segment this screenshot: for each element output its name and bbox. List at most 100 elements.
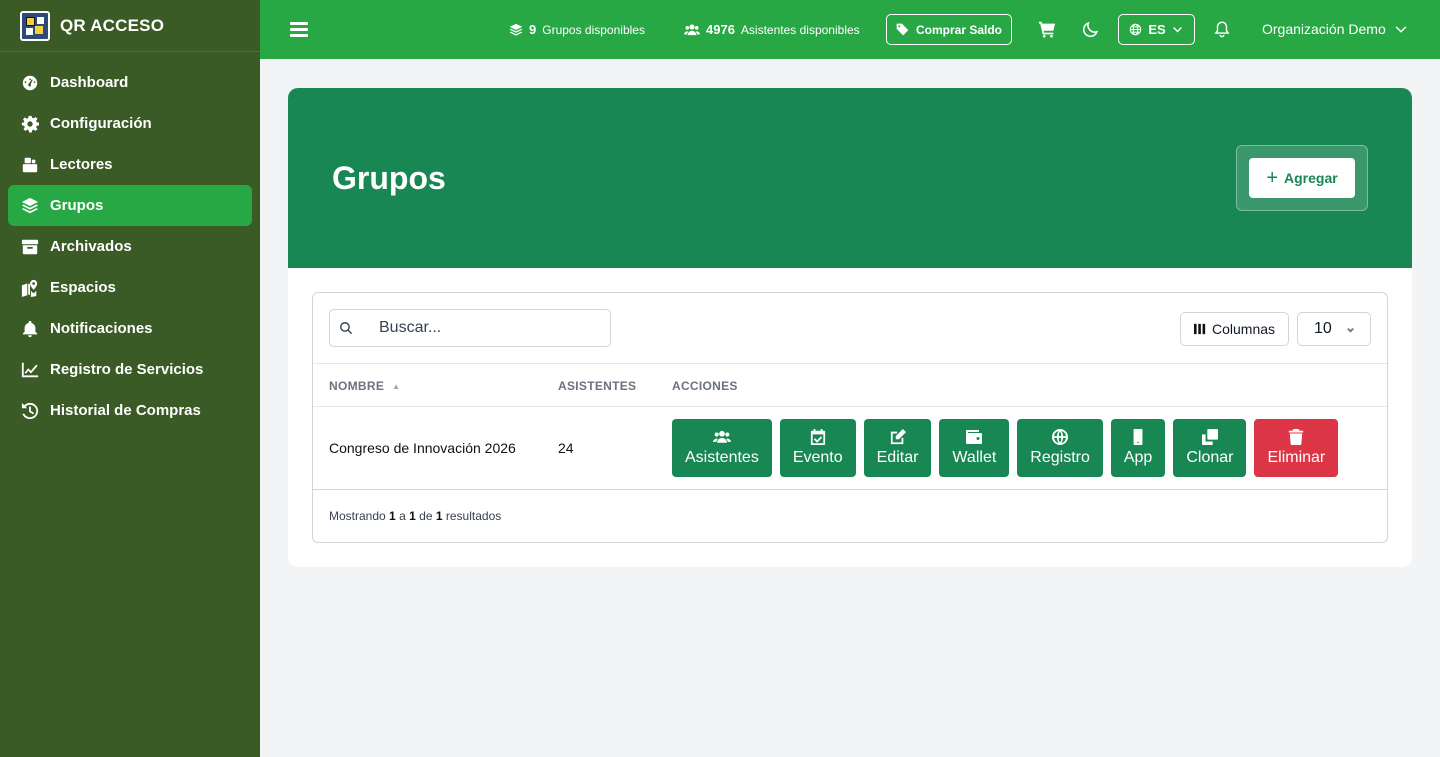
summary-to: 1 xyxy=(409,509,416,523)
globe-icon xyxy=(1052,429,1069,445)
search-input[interactable] xyxy=(379,319,579,337)
registration-button[interactable]: Registro xyxy=(1017,419,1103,477)
row-actions: Asistentes Evento Editar Wallet Registro xyxy=(672,419,1346,477)
buy-balance-button[interactable]: Comprar Saldo xyxy=(886,14,1012,45)
organization-menu[interactable]: Organización Demo xyxy=(1262,21,1408,37)
app-button[interactable]: App xyxy=(1110,419,1166,477)
globe-icon xyxy=(1130,23,1142,36)
chevron-down-icon xyxy=(1346,327,1354,333)
attendees-button[interactable]: Asistentes xyxy=(672,419,772,477)
sidebar-item-configuracion[interactable]: Configuración xyxy=(8,103,252,144)
archive-icon xyxy=(20,237,40,257)
sidebar-item-label: Grupos xyxy=(50,197,104,214)
history-icon xyxy=(20,401,40,421)
users-icon xyxy=(684,24,700,35)
column-header-label: ACCIONES xyxy=(672,379,738,393)
brand-name: QR ACCESO xyxy=(60,15,165,35)
sidebar-item-label: Registro de Servicios xyxy=(50,361,204,378)
action-label: Evento xyxy=(792,449,843,466)
language-select[interactable]: ES xyxy=(1118,14,1195,45)
sidebar-item-label: Notificaciones xyxy=(50,320,153,337)
groups-label: Grupos disponibles xyxy=(542,22,645,37)
attendees-count: 4976 xyxy=(706,22,735,37)
attendees-label: Asistentes disponibles xyxy=(740,22,860,37)
clone-icon xyxy=(1201,429,1218,445)
group-name-cell: Congreso de Innovación 2026 xyxy=(329,440,516,456)
notifications-bell-icon[interactable] xyxy=(1213,20,1231,38)
sidebar-item-grupos[interactable]: Grupos xyxy=(8,185,252,226)
brand[interactable]: QR ACCESO xyxy=(0,0,260,52)
action-label: Clonar xyxy=(1186,449,1234,466)
add-group-button[interactable]: + Agregar xyxy=(1249,158,1355,198)
column-header-label: ASISTENTES xyxy=(558,379,637,393)
sidebar-item-espacios[interactable]: Espacios xyxy=(8,267,252,308)
trash-icon xyxy=(1289,429,1304,445)
groups-table-card: Columnas 10 NOMBRE▲ ASISTENTES ACCIONES … xyxy=(312,292,1388,543)
attendees-available-stat: 4976 Asistentes disponibles xyxy=(684,22,860,37)
sidebar-item-label: Lectores xyxy=(50,156,113,173)
cart-icon[interactable] xyxy=(1038,20,1056,38)
sidebar-item-lectores[interactable]: Lectores xyxy=(8,144,252,185)
clone-button[interactable]: Clonar xyxy=(1173,419,1247,477)
chevron-down-icon xyxy=(1172,27,1182,33)
sidebar-item-dashboard[interactable]: Dashboard xyxy=(8,62,252,103)
plus-icon: + xyxy=(1266,167,1278,189)
sidebar-item-archivados[interactable]: Archivados xyxy=(8,226,252,267)
action-label: Wallet xyxy=(952,449,997,466)
pagination-summary: Mostrando 1 a 1 de 1 resultados xyxy=(329,509,501,523)
edit-button[interactable]: Editar xyxy=(863,419,932,477)
chart-line-icon xyxy=(20,360,40,380)
per-page-value: 10 xyxy=(1314,320,1332,337)
search-field[interactable] xyxy=(329,309,611,347)
table-header: NOMBRE ▲ ASISTENTES ACCIONES xyxy=(313,363,1387,407)
sidebar-nav: Dashboard Configuración Lectores Grupos … xyxy=(0,52,260,431)
edit-icon xyxy=(890,429,906,445)
map-pin-icon xyxy=(20,278,40,298)
calendar-check-icon xyxy=(810,429,825,445)
chevron-down-icon xyxy=(1395,26,1407,33)
column-header-attendees: ASISTENTES xyxy=(558,379,636,393)
columns-label: Columnas xyxy=(1211,321,1276,337)
menu-toggle-icon[interactable] xyxy=(290,22,308,38)
bell-icon xyxy=(20,319,40,339)
dark-mode-moon-icon[interactable] xyxy=(1082,20,1100,38)
topbar: 9 Grupos disponibles 4976 Asistentes dis… xyxy=(260,0,1440,59)
gear-icon xyxy=(20,114,40,134)
column-header-name[interactable]: NOMBRE ▲ xyxy=(329,379,400,393)
mobile-icon xyxy=(1133,429,1143,445)
sidebar: QR ACCESO Dashboard Configuración Lector… xyxy=(0,0,260,757)
wallet-button[interactable]: Wallet xyxy=(939,419,1010,477)
group-attendees-cell: 24 xyxy=(558,440,574,456)
organization-name: Organización Demo xyxy=(1262,21,1386,37)
content-panel: Columnas 10 NOMBRE▲ ASISTENTES ACCIONES … xyxy=(288,268,1412,567)
summary-total: 1 xyxy=(435,509,443,523)
delete-button[interactable]: Eliminar xyxy=(1254,419,1339,477)
layers-icon xyxy=(20,196,40,216)
action-label: Registro xyxy=(1030,449,1090,466)
sidebar-item-historial-de-compras[interactable]: Historial de Compras xyxy=(8,390,252,431)
summary-sep: a xyxy=(399,509,406,523)
summary-prefix: Mostrando xyxy=(329,509,386,523)
wallet-icon xyxy=(966,430,983,444)
layers-icon xyxy=(509,23,523,36)
reader-icon xyxy=(20,155,40,175)
columns-icon xyxy=(1193,323,1206,335)
columns-button[interactable]: Columnas xyxy=(1180,312,1289,346)
action-label: Editar xyxy=(876,449,919,466)
groups-available-stat: 9 Grupos disponibles xyxy=(509,22,645,37)
per-page-select[interactable]: 10 xyxy=(1297,312,1371,346)
search-icon xyxy=(340,322,353,335)
sort-asc-icon: ▲ xyxy=(392,382,401,391)
buy-balance-label: Comprar Saldo xyxy=(915,22,1002,37)
language-label: ES xyxy=(1148,22,1166,37)
page-header: Grupos + Agregar xyxy=(288,88,1412,268)
event-button[interactable]: Evento xyxy=(779,419,856,477)
qr-logo-icon xyxy=(20,10,50,41)
sidebar-item-label: Archivados xyxy=(50,238,132,255)
sidebar-item-notificaciones[interactable]: Notificaciones xyxy=(8,308,252,349)
groups-count: 9 xyxy=(529,22,537,37)
sidebar-item-label: Historial de Compras xyxy=(50,402,201,419)
summary-sep: de xyxy=(419,509,433,523)
sidebar-item-registro-de-servicios[interactable]: Registro de Servicios xyxy=(8,349,252,390)
summary-suffix: resultados xyxy=(445,509,502,523)
